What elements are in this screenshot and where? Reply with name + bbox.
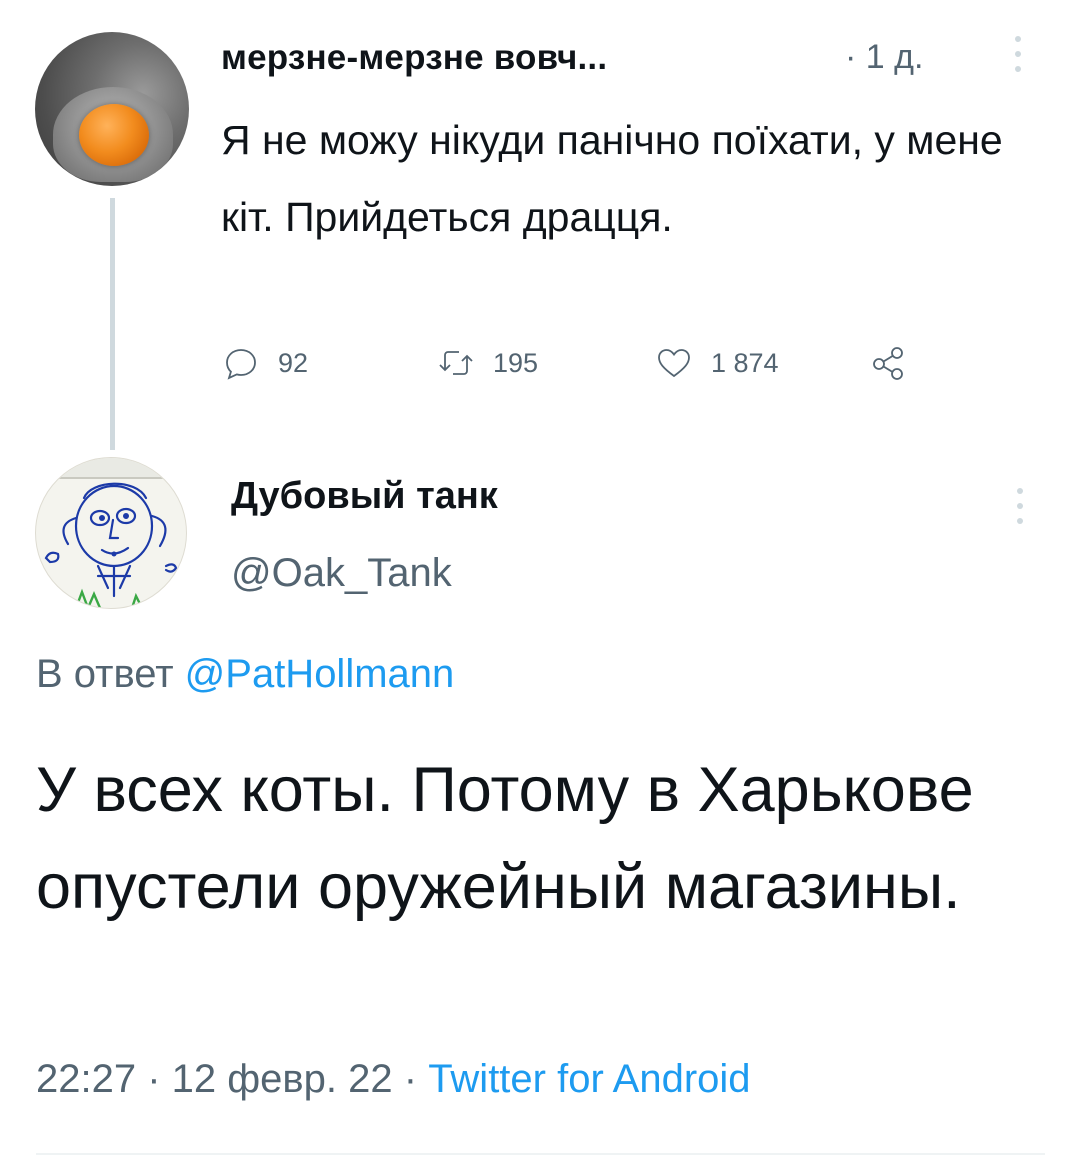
parent-tweet-text: Я не можу нікуди панічно поїхати, у мене… <box>221 117 1003 240</box>
like-count: 1 874 <box>711 347 779 378</box>
avatar-orange <box>79 104 149 166</box>
share-button[interactable] <box>869 343 909 383</box>
reply-tweet-text: У всех коты. Потому в Харькове опустели … <box>36 755 974 922</box>
bottom-divider <box>36 1153 1045 1155</box>
more-options-icon[interactable] <box>1013 36 1023 72</box>
retweet-icon <box>439 351 473 375</box>
parent-display-name[interactable]: мерзне-мерзне вовч... <box>221 38 607 78</box>
like-button[interactable]: 1 874 <box>654 343 779 383</box>
replying-prefix: В ответ <box>36 652 174 696</box>
heart-icon <box>658 349 690 378</box>
replying-to-mention-link[interactable]: @PatHollmann <box>185 652 455 696</box>
child-drawing-avatar-icon <box>36 458 186 608</box>
thread-connector-line <box>110 198 115 450</box>
replying-to-line: В ответ @PatHollmann <box>36 652 454 697</box>
user-avatar[interactable] <box>35 32 189 186</box>
parent-timestamp[interactable]: · 1 д. <box>845 38 923 77</box>
reply-more-options-icon[interactable] <box>1015 488 1025 524</box>
tweet-actions-bar: 92 195 1 874 <box>221 343 941 387</box>
retweet-count: 195 <box>493 347 539 378</box>
tweet-metadata: 22:27 · 12 февр. 22 · Twitter for Androi… <box>36 1057 751 1102</box>
comment-icon <box>226 349 256 380</box>
reply-count: 92 <box>278 347 309 378</box>
tweet-timestamp[interactable]: 22:27 · 12 февр. 22 · <box>36 1057 417 1101</box>
reply-handle[interactable]: @Oak_Tank <box>231 551 452 596</box>
retweet-button[interactable]: 195 <box>436 343 538 383</box>
reply-display-name[interactable]: Дубовый танк <box>231 475 498 518</box>
reply-user-avatar[interactable] <box>35 457 187 609</box>
tweet-source-link[interactable]: Twitter for Android <box>428 1057 750 1101</box>
reply-button[interactable]: 92 <box>221 343 308 383</box>
share-icon <box>873 347 903 380</box>
